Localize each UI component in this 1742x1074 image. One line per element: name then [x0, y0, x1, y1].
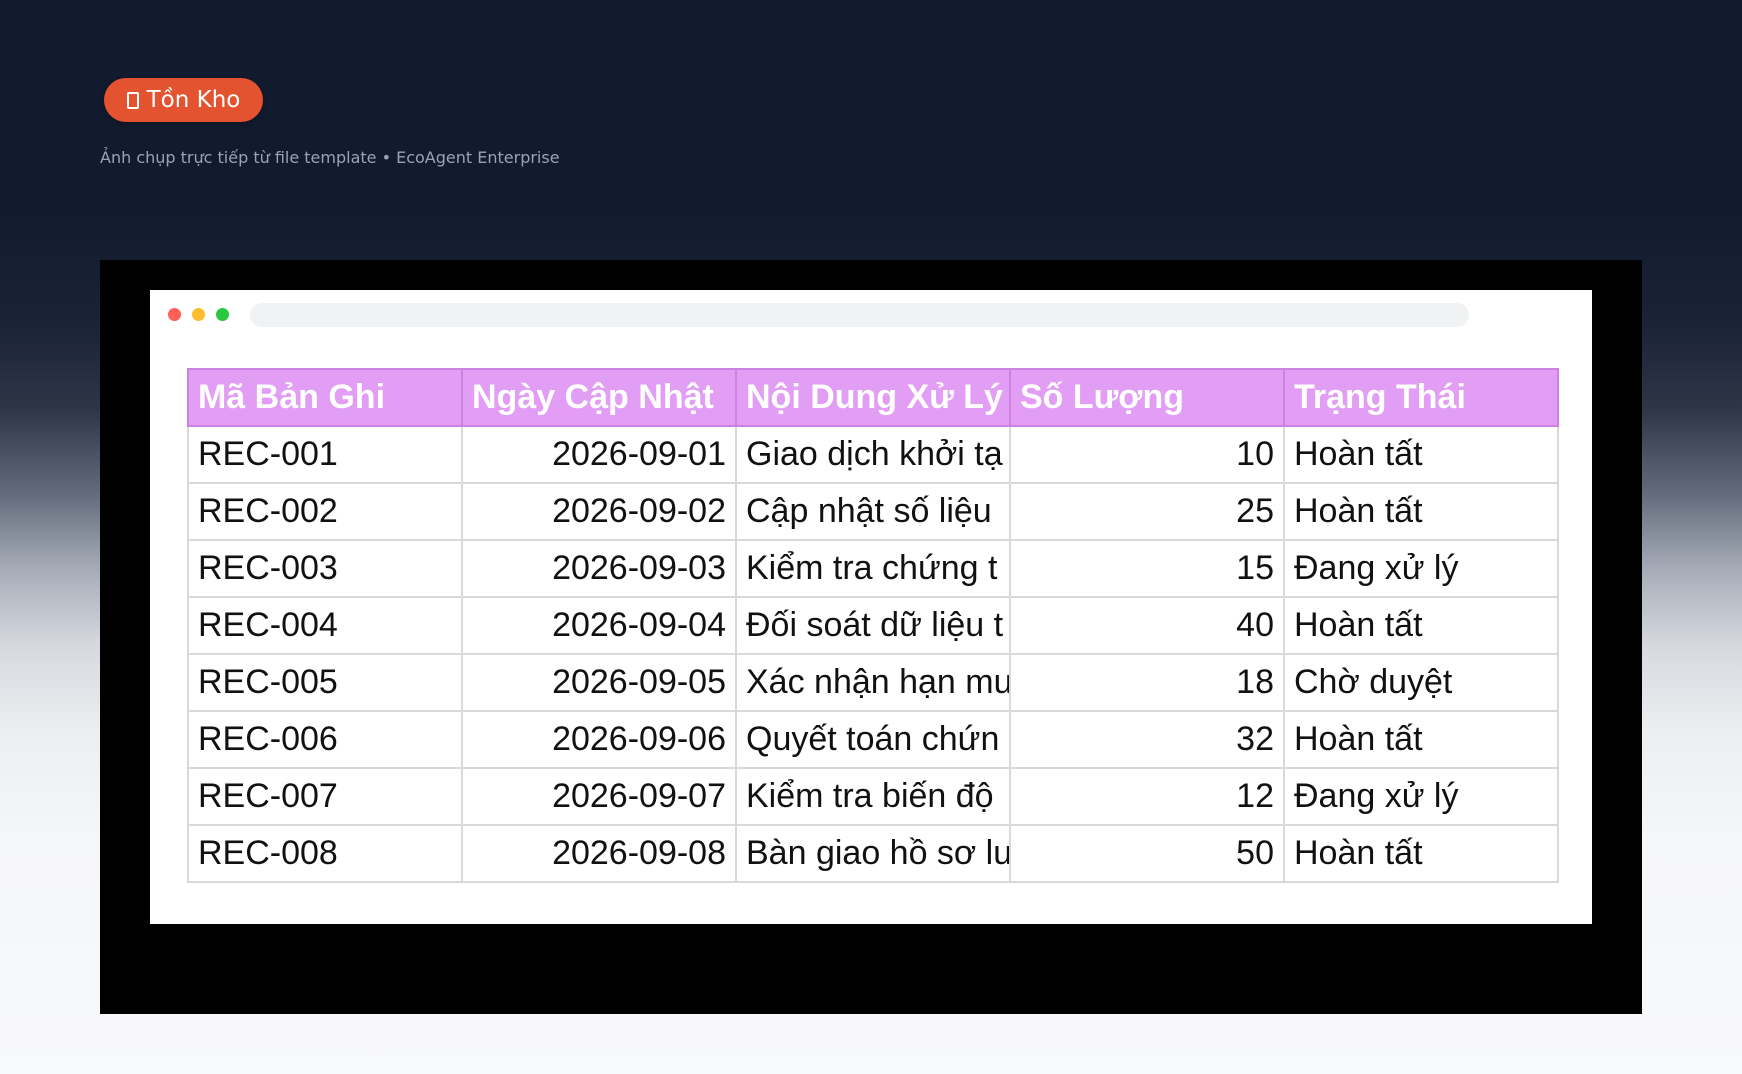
cell-quantity: 15: [1009, 539, 1285, 598]
table-header-row: Mã Bản Ghi Ngày Cập Nhật Nội Dung Xử Lý …: [187, 368, 1559, 427]
cell-record-id: REC-007: [187, 767, 463, 826]
badge-label: Tồn Kho: [146, 87, 241, 113]
cell-date: 2026-09-07: [461, 767, 737, 826]
table-row: REC-005 2026-09-05 Xác nhận hạn mu 18 Ch…: [187, 653, 1559, 712]
ton-kho-badge[interactable]: Tồn Kho: [104, 78, 263, 122]
cell-status: Đang xử lý: [1283, 539, 1559, 598]
column-header-trang-thai: Trạng Thái: [1283, 368, 1559, 427]
cell-date: 2026-09-03: [461, 539, 737, 598]
cell-record-id: REC-004: [187, 596, 463, 655]
data-table: Mã Bản Ghi Ngày Cập Nhật Nội Dung Xử Lý …: [187, 368, 1559, 883]
cell-record-id: REC-008: [187, 824, 463, 883]
cell-content: Kiểm tra chứng t: [735, 539, 1011, 598]
cell-quantity: 40: [1009, 596, 1285, 655]
cell-status: Hoàn tất: [1283, 482, 1559, 541]
cell-date: 2026-09-05: [461, 653, 737, 712]
cell-record-id: REC-001: [187, 425, 463, 484]
page-subtitle: Ảnh chụp trực tiếp từ file template • Ec…: [100, 148, 560, 167]
table-row: REC-007 2026-09-07 Kiểm tra biến độ 12 Đ…: [187, 767, 1559, 826]
address-bar: [250, 303, 1469, 327]
minimize-dot-icon: [192, 308, 205, 321]
column-header-noi-dung: Nội Dung Xử Lý: [735, 368, 1011, 427]
cell-content: Bàn giao hồ sơ lư: [735, 824, 1011, 883]
cell-quantity: 18: [1009, 653, 1285, 712]
cell-date: 2026-09-02: [461, 482, 737, 541]
column-header-ma-ban-ghi: Mã Bản Ghi: [187, 368, 463, 427]
cell-date: 2026-09-08: [461, 824, 737, 883]
table-row: REC-008 2026-09-08 Bàn giao hồ sơ lư 50 …: [187, 824, 1559, 883]
cell-date: 2026-09-04: [461, 596, 737, 655]
cell-status: Hoàn tất: [1283, 824, 1559, 883]
cell-date: 2026-09-06: [461, 710, 737, 769]
cell-content: Kiểm tra biến độ: [735, 767, 1011, 826]
cell-content: Cập nhật số liệu: [735, 482, 1011, 541]
table-row: REC-004 2026-09-04 Đối soát dữ liệu t 40…: [187, 596, 1559, 655]
column-header-ngay-cap-nhat: Ngày Cập Nhật: [461, 368, 737, 427]
cell-content: Đối soát dữ liệu t: [735, 596, 1011, 655]
cell-status: Đang xử lý: [1283, 767, 1559, 826]
browser-window: Mã Bản Ghi Ngày Cập Nhật Nội Dung Xử Lý …: [150, 290, 1592, 924]
table-row: REC-003 2026-09-03 Kiểm tra chứng t 15 Đ…: [187, 539, 1559, 598]
column-header-so-luong: Số Lượng: [1009, 368, 1285, 427]
cell-content: Xác nhận hạn mu: [735, 653, 1011, 712]
cell-status: Hoàn tất: [1283, 425, 1559, 484]
cell-content: Giao dịch khởi tạ: [735, 425, 1011, 484]
table-row: REC-002 2026-09-02 Cập nhật số liệu 25 H…: [187, 482, 1559, 541]
cell-record-id: REC-003: [187, 539, 463, 598]
cell-quantity: 10: [1009, 425, 1285, 484]
box-icon: [126, 91, 139, 109]
cell-record-id: REC-002: [187, 482, 463, 541]
cell-content: Quyết toán chứn: [735, 710, 1011, 769]
cell-status: Chờ duyệt: [1283, 653, 1559, 712]
table-row: REC-006 2026-09-06 Quyết toán chứn 32 Ho…: [187, 710, 1559, 769]
close-dot-icon: [168, 308, 181, 321]
cell-quantity: 32: [1009, 710, 1285, 769]
maximize-dot-icon: [216, 308, 229, 321]
cell-record-id: REC-006: [187, 710, 463, 769]
cell-quantity: 25: [1009, 482, 1285, 541]
table-row: REC-001 2026-09-01 Giao dịch khởi tạ 10 …: [187, 425, 1559, 484]
cell-status: Hoàn tất: [1283, 710, 1559, 769]
cell-status: Hoàn tất: [1283, 596, 1559, 655]
cell-quantity: 50: [1009, 824, 1285, 883]
cell-quantity: 12: [1009, 767, 1285, 826]
cell-record-id: REC-005: [187, 653, 463, 712]
cell-date: 2026-09-01: [461, 425, 737, 484]
